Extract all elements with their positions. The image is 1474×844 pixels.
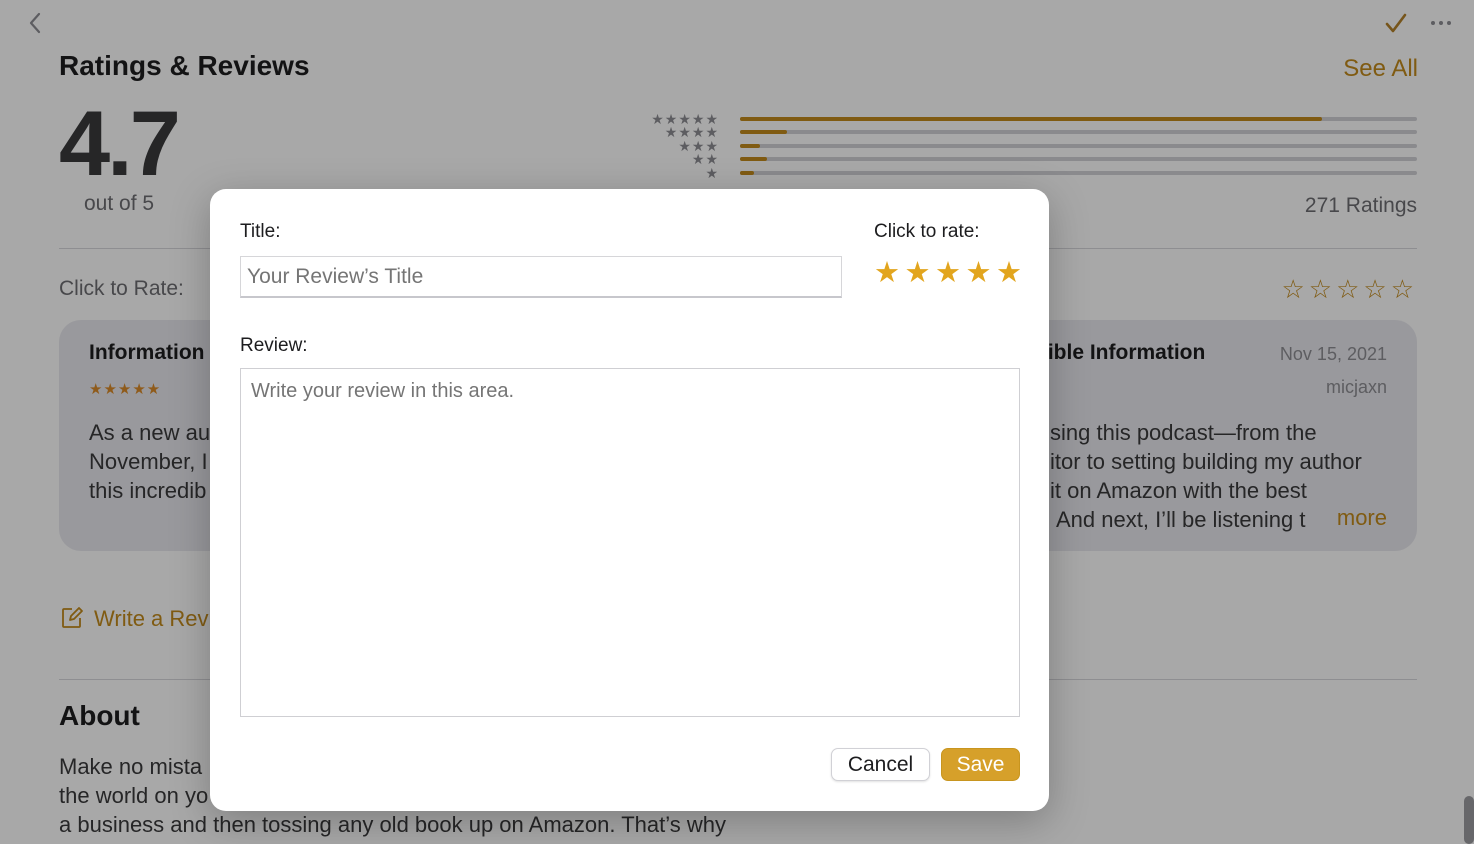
- star-icon[interactable]: ★: [966, 259, 992, 288]
- review-title-input[interactable]: [240, 256, 842, 298]
- review-label: Review:: [240, 335, 308, 356]
- review-textarea[interactable]: [240, 368, 1020, 717]
- save-button[interactable]: Save: [941, 748, 1020, 781]
- star-rating[interactable]: ★ ★ ★ ★ ★: [874, 259, 1027, 293]
- star-icon[interactable]: ★: [996, 259, 1022, 288]
- click-to-rate-label: Click to rate:: [874, 221, 980, 242]
- title-label: Title:: [240, 221, 281, 242]
- star-icon[interactable]: ★: [874, 259, 900, 288]
- star-icon[interactable]: ★: [935, 259, 961, 288]
- star-icon[interactable]: ★: [905, 259, 931, 288]
- cancel-button[interactable]: Cancel: [831, 748, 930, 781]
- write-review-dialog: Title: Click to rate: ★★★★★ Review: Canc…: [210, 189, 1049, 811]
